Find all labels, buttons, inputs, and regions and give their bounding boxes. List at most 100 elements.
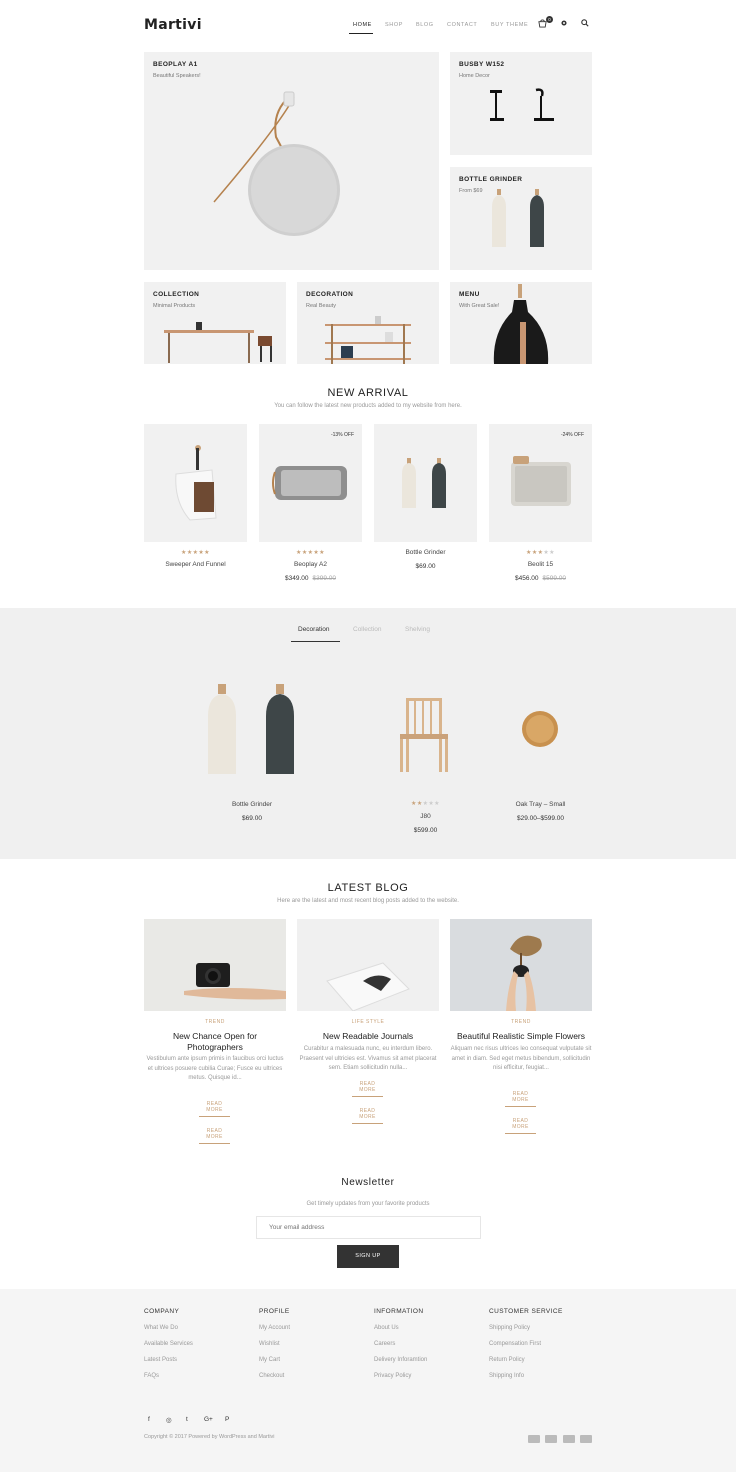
blog-category[interactable]: TREND xyxy=(144,1019,286,1025)
tab-decoration[interactable]: Decoration xyxy=(298,626,329,633)
pinterest-icon[interactable]: P xyxy=(225,1416,229,1423)
product-card[interactable] xyxy=(144,424,247,542)
blog-category[interactable]: LIFE STYLE xyxy=(297,1019,439,1025)
blog-post-title[interactable]: Beautiful Realistic Simple Flowers xyxy=(450,1031,592,1042)
blog-image[interactable] xyxy=(297,919,439,1011)
tile-title: MENU xyxy=(459,291,480,298)
sign-up-button[interactable]: SIGN UP xyxy=(337,1245,399,1268)
bottle-grinder-tile[interactable]: BOTTLE GRINDER From $69 xyxy=(450,167,592,270)
menu-tile[interactable]: MENU With Great Sale! xyxy=(450,282,592,364)
tab-collection[interactable]: Collection xyxy=(353,626,382,633)
product-name[interactable]: Beoplay A2 xyxy=(259,561,362,568)
footer-link[interactable]: Return Policy xyxy=(489,1357,525,1363)
blog-excerpt: Aliquam nec risus ultrices leo consequat… xyxy=(450,1046,592,1072)
collection-tile[interactable]: COLLECTION Minimal Products xyxy=(144,282,286,364)
footer-link[interactable]: Checkout xyxy=(259,1373,284,1379)
footer-link[interactable]: Privacy Policy xyxy=(374,1373,411,1379)
product-price: $456.00 $599.00 xyxy=(515,575,567,582)
footer-link[interactable]: My Account xyxy=(259,1325,290,1331)
product-card[interactable]: -24% OFF xyxy=(489,424,592,542)
nav-contact[interactable]: CONTACT xyxy=(447,22,477,28)
read-more-link[interactable]: READ MORE xyxy=(505,1091,536,1107)
product-name[interactable]: Sweeper And Funnel xyxy=(144,561,247,568)
rating-stars: ★★★★★ xyxy=(411,801,440,807)
lamp-image xyxy=(490,88,554,121)
footer-link[interactable]: What We Do xyxy=(144,1325,178,1331)
blog-post-title[interactable]: New Readable Journals xyxy=(297,1031,439,1042)
tile-title: BOTTLE GRINDER xyxy=(459,176,523,183)
old-price: $599.00 xyxy=(542,575,567,582)
nav-buy-theme[interactable]: BUY THEME xyxy=(491,22,528,28)
tile-subtitle: From $69 xyxy=(459,188,483,194)
tile-title: DECORATION xyxy=(306,291,354,298)
blog-category[interactable]: TREND xyxy=(450,1019,592,1025)
facebook-icon[interactable]: f xyxy=(148,1416,150,1423)
rating-stars: ★★★★★ xyxy=(296,550,325,556)
chair-image[interactable] xyxy=(396,694,454,774)
tile-title: BEOPLAY A1 xyxy=(153,61,198,68)
blog-post-title[interactable]: New Chance Open for Photographers xyxy=(160,1031,270,1052)
footer-link[interactable]: Shipping Info xyxy=(489,1373,524,1379)
tab-shelving[interactable]: Shelving xyxy=(405,626,430,633)
read-more-link[interactable]: READ MORE xyxy=(352,1108,383,1124)
blog-image[interactable] xyxy=(144,919,286,1011)
visa-icon xyxy=(563,1435,575,1443)
product-image xyxy=(175,445,217,521)
product-price: $69.00 xyxy=(242,815,262,822)
read-more-link[interactable]: READ MORE xyxy=(505,1118,536,1134)
blog-image[interactable] xyxy=(450,919,592,1011)
twitter-icon[interactable]: t xyxy=(186,1416,188,1423)
grinder-image xyxy=(492,189,544,247)
table-image xyxy=(164,322,272,363)
cart-count-badge: 0 xyxy=(546,16,553,23)
newsletter-title: Newsletter xyxy=(341,1177,395,1188)
product-name[interactable]: Bottle Grinder xyxy=(374,549,477,556)
footer-link[interactable]: Latest Posts xyxy=(144,1357,177,1363)
footer-link[interactable]: Delivery Inforamtion xyxy=(374,1357,427,1363)
footer-link[interactable]: Compensation First xyxy=(489,1341,541,1347)
tile-title: BUSBY W152 xyxy=(459,61,505,68)
rating-stars: ★★★★★ xyxy=(526,550,555,556)
product-name[interactable]: Beolit 15 xyxy=(489,561,592,568)
footer-link[interactable]: About Us xyxy=(374,1325,399,1331)
instagram-icon[interactable]: ◎ xyxy=(166,1416,172,1424)
product-card[interactable]: -13% OFF xyxy=(259,424,362,542)
product-price: $69.00 xyxy=(415,563,436,570)
product-name[interactable]: Bottle Grinder xyxy=(196,801,308,808)
product-name[interactable]: Oak Tray – Small xyxy=(489,801,592,808)
footer-link[interactable]: Careers xyxy=(374,1341,395,1347)
read-more-link[interactable]: READ MORE xyxy=(199,1128,230,1144)
vase-image xyxy=(493,284,549,364)
oak-tray-image[interactable] xyxy=(520,709,560,749)
google-plus-icon[interactable]: G+ xyxy=(204,1416,213,1423)
footer-link[interactable]: Available Services xyxy=(144,1341,193,1347)
product-price: $29.00–$599.00 xyxy=(517,815,564,822)
footer-link[interactable]: My Cart xyxy=(259,1357,280,1363)
read-more-link[interactable]: READ MORE xyxy=(352,1081,383,1097)
featured-band xyxy=(0,608,736,859)
tile-subtitle: Beautiful Speakers! xyxy=(153,73,201,79)
nav-active-underline xyxy=(349,33,373,34)
search-icon[interactable] xyxy=(581,19,589,29)
footer-link[interactable]: FAQs xyxy=(144,1373,159,1379)
nav-shop[interactable]: SHOP xyxy=(385,22,403,28)
gear-icon[interactable] xyxy=(560,19,568,29)
product-name[interactable]: J80 xyxy=(374,813,477,820)
discount-badge: -24% OFF xyxy=(560,432,584,438)
nav-home[interactable]: HOME xyxy=(353,22,372,28)
featured-grinder-image[interactable] xyxy=(196,680,308,780)
site-logo[interactable]: Martivi xyxy=(144,17,202,33)
amex-icon xyxy=(545,1435,557,1443)
footer-link[interactable]: Shipping Policy xyxy=(489,1325,530,1331)
hero-main-tile[interactable]: BEOPLAY A1 Beautiful Speakers! xyxy=(144,52,439,270)
footer-column-title: INFORMATION xyxy=(374,1308,424,1315)
decoration-tile[interactable]: DECORATION Real Beauty xyxy=(297,282,439,364)
busby-tile[interactable]: BUSBY W152 Home Decor xyxy=(450,52,592,155)
footer-link[interactable]: Wishlist xyxy=(259,1341,280,1347)
speaker-image xyxy=(213,91,340,236)
product-card[interactable] xyxy=(374,424,477,542)
read-more-link[interactable]: READ MORE xyxy=(199,1101,230,1117)
copyright-text: Copyright © 2017 Powered by WordPress an… xyxy=(144,1434,275,1440)
nav-blog[interactable]: BLOG xyxy=(416,22,434,28)
email-field[interactable] xyxy=(256,1216,481,1239)
